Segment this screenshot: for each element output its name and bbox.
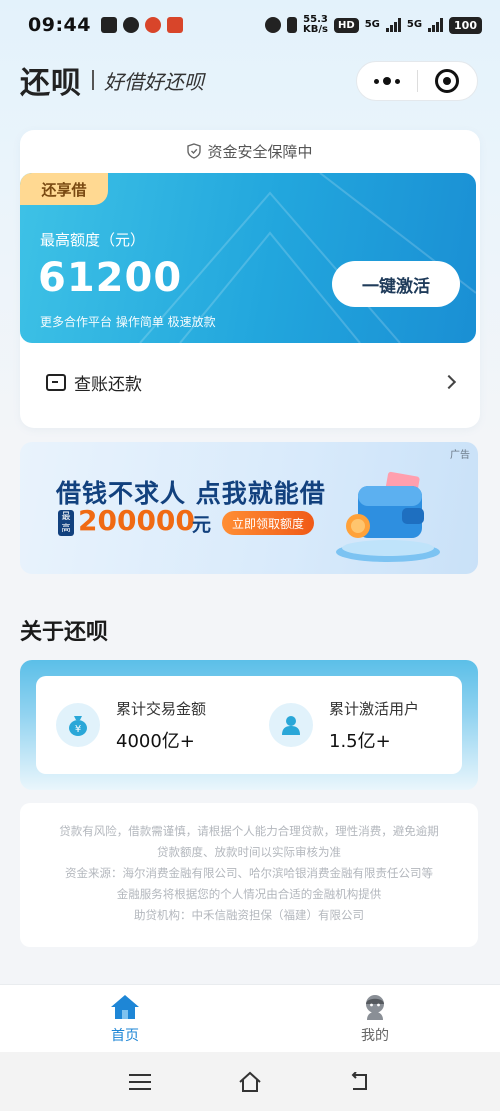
tab-home-label: 首页 [111,1027,139,1044]
ad-amount: 200000 [78,504,195,537]
alarm-icon [265,17,282,33]
app-notification-icon [166,17,183,33]
tab-mine[interactable]: 我的 [250,985,500,1052]
about-card: ¥ 累计交易金额 4000亿+ 累计激活用户 1.5亿+ [20,660,478,790]
limit-label: 最高额度（元） [40,231,146,249]
metro-icon [144,17,161,33]
signal-icon-2 [428,18,444,32]
ad-banner[interactable]: 广告 借钱不求人 点我就能借 最高 200000 元 立即领取额度 [20,442,478,574]
stat-label: 累计交易金额 [116,699,207,718]
battery-icon: 100 [449,16,482,34]
about-title: 关于还呗 [20,620,109,645]
tab-mine-label: 我的 [361,1027,389,1044]
wallet-illustration-icon [336,471,440,562]
clipboard-icon [100,17,117,33]
activate-button[interactable]: 一键激活 [332,261,460,307]
bill-label: 查账还款 [74,374,142,395]
target-icon [435,69,460,93]
ad-claim-button[interactable]: 立即领取额度 [222,511,314,535]
disclaimer-line: 贷款有风险，借款需谨慎，请根据个人能力合理贷款，理性消费，避免逾期 [59,824,439,838]
credit-limit-card[interactable]: 还享借 最高额度（元） 61200 更多合作平台 操作简单 极速放款 一键激活 [20,173,476,343]
svg-text:¥: ¥ [75,724,81,735]
chevron-right-icon [441,374,457,390]
stat-users: 累计激活用户 1.5亿+ [249,698,462,753]
ad-unit: 元 [192,514,212,536]
hd-badge: HD [334,17,359,33]
disclaimer-line: 金融服务将根据您的个人情况由合适的金融机构提供 [116,887,382,901]
ad-max-tag: 最高 [58,510,74,536]
stat-value: 4000亿+ [116,730,195,752]
stat-transaction: ¥ 累计交易金额 4000亿+ [36,698,249,753]
about-stats: ¥ 累计交易金额 4000亿+ 累计激活用户 1.5亿+ [36,676,462,774]
shield-icon [187,143,202,159]
bottom-tab-bar: 首页 我的 [0,984,500,1052]
stat-value: 1.5亿+ [329,730,391,752]
bill-repay-row[interactable]: 查账还款 [20,362,480,402]
net-type-2: 5G [406,19,423,30]
disclaimer: 贷款有风险，借款需谨慎，请根据个人能力合理贷款，理性消费，避免逾期 贷款额度、放… [20,803,478,947]
system-navigation-bar [0,1052,500,1111]
brand-divider [92,70,94,90]
profile-icon [366,994,384,1020]
money-bag-icon: ¥ [56,703,100,747]
status-bar: 09:44 55.3 KB/s HD 5G 5G 100 [0,0,500,50]
home-icon [111,994,139,1019]
user-icon [269,703,313,747]
signal-icon-1 [385,18,401,32]
status-right: 55.3 KB/s HD 5G 5G 100 [265,15,482,35]
stat-label: 累计激活用户 [329,699,420,718]
limit-amount: 61200 [38,255,183,301]
safety-text: 资金安全保障中 [207,142,313,161]
status-time: 09:44 [28,14,91,36]
brand-slogan: 好借好还呗 [104,69,204,94]
miniapp-capsule [356,61,478,101]
safety-banner: 资金安全保障中 [20,130,480,172]
disclaimer-line: 贷款额度、放款时间以实际审核为准 [157,845,341,859]
notification-icons [100,17,183,33]
message-icon [122,17,139,33]
ad-label: 广告 [450,450,470,461]
disclaimer-line: 助贷机构：中禾信融资担保（福建）有限公司 [134,908,364,922]
app-header: 还呗 好借好还呗 [0,55,500,105]
vibrate-icon [287,17,298,33]
net-speed: 55.3 KB/s [303,15,328,35]
bill-icon [46,373,66,391]
credit-card-panel: 资金安全保障中 还享借 最高额度（元） 61200 更多合作平台 操作简单 极速… [20,130,480,428]
home-button-icon[interactable] [237,1071,263,1093]
disclaimer-line: 资金来源：海尔消费金融有限公司、哈尔滨哈银消费金融有限责任公司等 [65,866,433,880]
net-type-1: 5G [364,19,380,30]
recent-apps-button[interactable] [129,1073,151,1090]
tab-home[interactable]: 首页 [0,985,250,1052]
brand-logo: 还呗 [20,66,82,101]
product-tag: 还享借 [20,173,108,205]
more-menu-button[interactable] [357,77,417,85]
back-button-icon[interactable] [349,1071,371,1092]
card-subtitle: 更多合作平台 操作简单 极速放款 [40,315,216,329]
net-speed-unit: KB/s [303,24,329,35]
close-miniapp-button[interactable] [417,69,477,93]
